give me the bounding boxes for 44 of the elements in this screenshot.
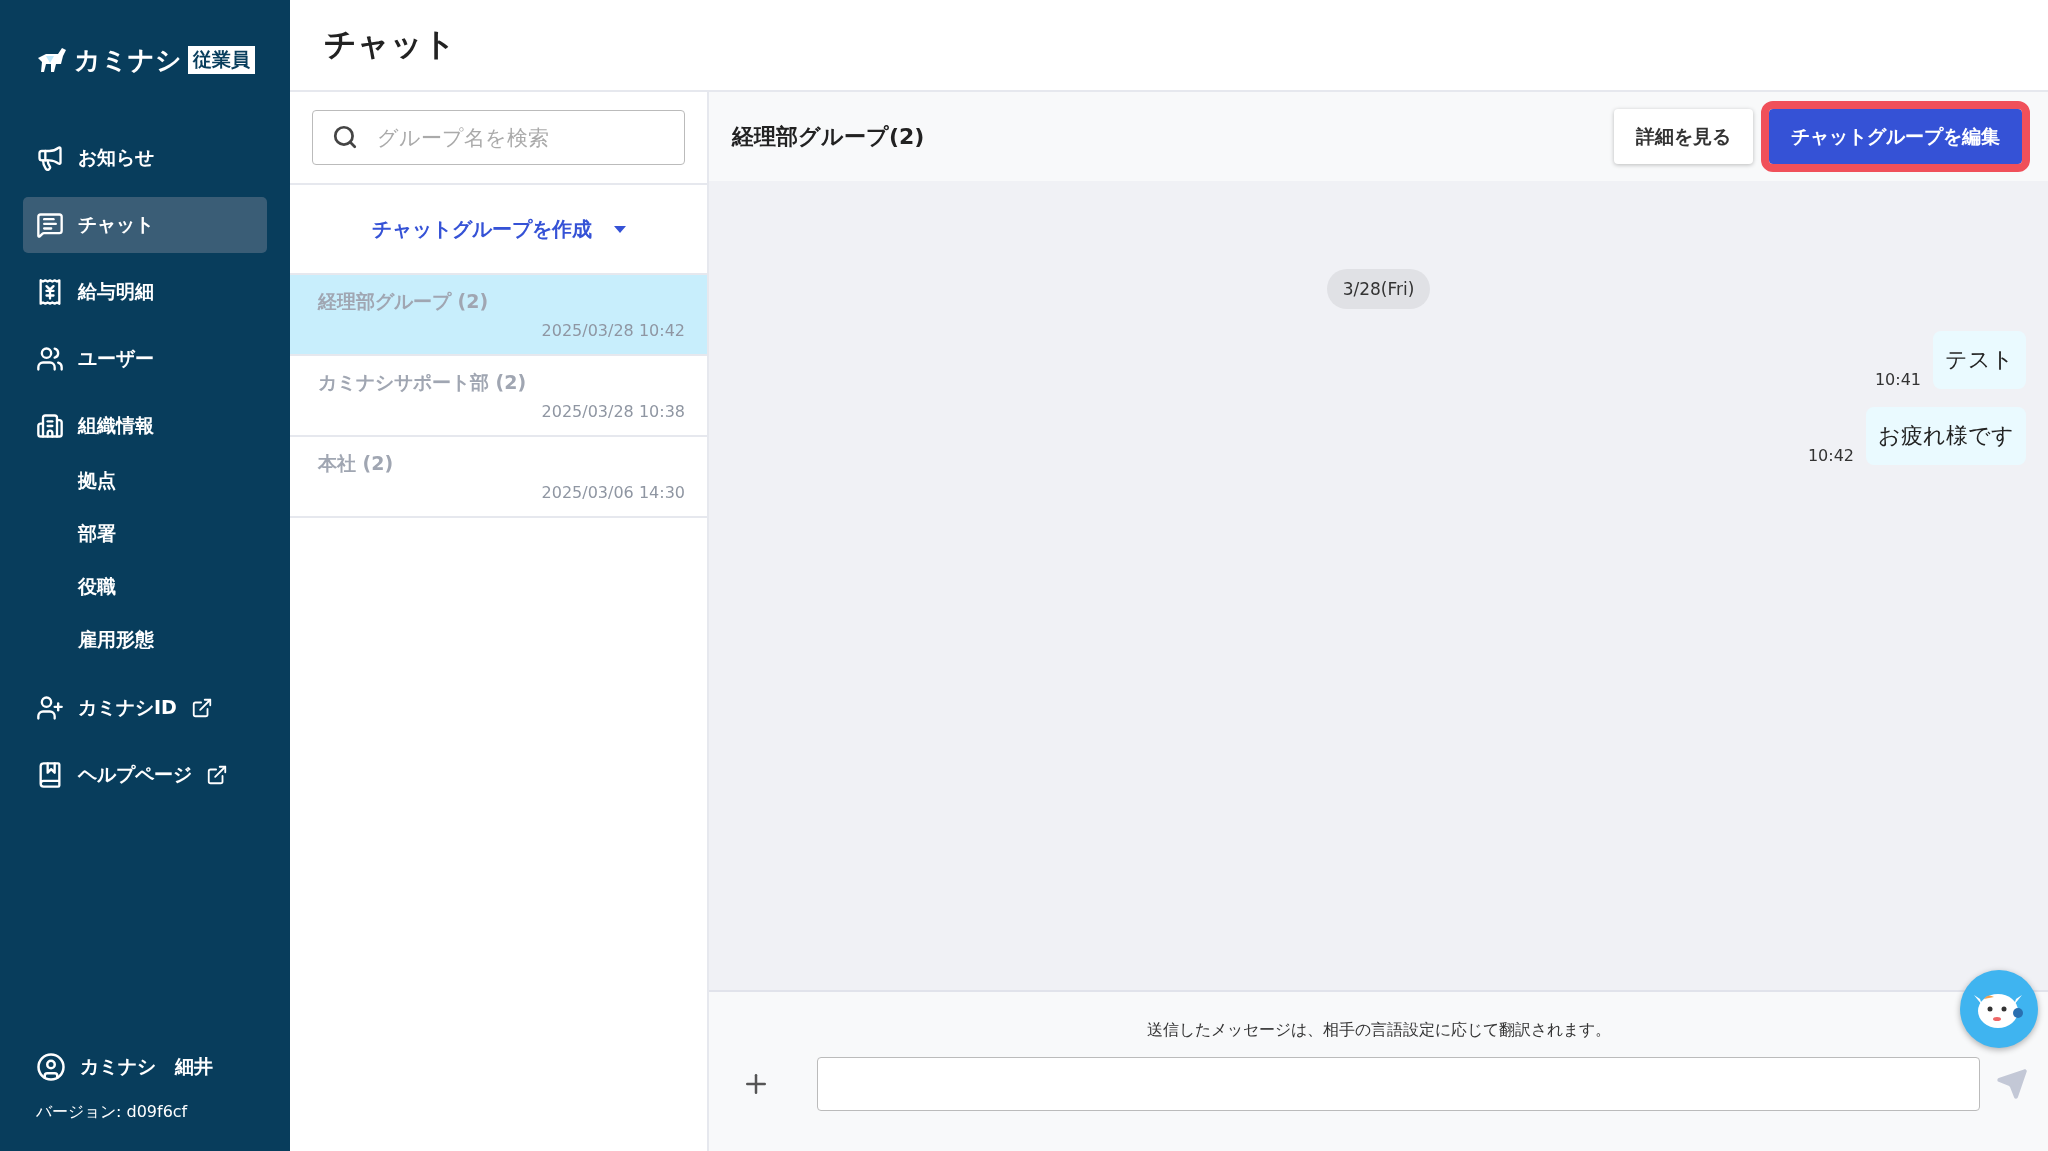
chat-title: 経理部グループ(2) <box>732 122 926 151</box>
user-name: カミナシ 細井 <box>80 1054 213 1079</box>
group-time: 2025/03/28 10:42 <box>541 321 685 340</box>
nav-item[interactable]: ヘルプページ <box>23 747 267 803</box>
building-icon <box>36 412 64 440</box>
caret-icon <box>613 225 626 233</box>
nav-subitem[interactable]: 部署 <box>0 507 290 560</box>
group-name: カミナシサポート部 (2) <box>318 370 527 395</box>
nav-item[interactable]: お知らせ <box>23 130 267 186</box>
message-bubble: テスト <box>1933 331 2026 389</box>
send-icon <box>1996 1068 2028 1100</box>
users-icon <box>36 345 64 373</box>
translation-notice: 送信したメッセージは、相手の言語設定に応じて翻訳されます。 <box>1146 1020 1611 1041</box>
message-time: 10:41 <box>1874 370 1921 389</box>
nav-subitem[interactable]: 拠点 <box>0 454 290 507</box>
create-group-button[interactable]: チャットグループを作成 <box>365 214 632 244</box>
date-divider: 3/28(Fri) <box>1326 269 1431 309</box>
message-bubble: お疲れ様です <box>1866 407 2026 465</box>
page-title: チャット <box>324 24 456 65</box>
user-avatar-icon <box>36 1052 66 1082</box>
megaphone-icon <box>36 144 64 172</box>
group-time: 2025/03/28 10:38 <box>541 402 685 421</box>
chat-icon <box>36 211 64 239</box>
send-button[interactable] <box>1996 1068 2028 1100</box>
search-icon <box>332 124 358 150</box>
message-time: 10:42 <box>1807 446 1854 465</box>
logo-text: カミナシ <box>74 43 182 77</box>
logo-badge: 従業員 <box>188 46 255 74</box>
nav-item[interactable]: ユーザー <box>23 331 267 387</box>
search-field[interactable]: グループ名を検索 <box>312 110 685 165</box>
nav-item[interactable]: チャット <box>23 197 267 253</box>
nav-item[interactable]: 給与明細 <box>23 264 267 320</box>
message-input[interactable] <box>817 1057 1980 1111</box>
nav-subitem[interactable]: 役職 <box>0 560 290 613</box>
nav-item[interactable]: カミナシID <box>23 680 267 736</box>
group-name: 本社 (2) <box>318 451 394 476</box>
group-time: 2025/03/06 14:30 <box>541 483 685 502</box>
group-name: 経理部グループ (2) <box>318 289 489 314</box>
nav-item[interactable]: 組織情報 <box>23 398 267 454</box>
support-mascot-button[interactable] <box>1960 970 2038 1048</box>
user-plus-icon <box>36 694 64 722</box>
nav-subitem[interactable]: 雇用形態 <box>0 613 290 666</box>
version-text: バージョン: d09f6cf <box>35 1102 189 1123</box>
details-button[interactable]: 詳細を見る <box>1614 109 1753 164</box>
